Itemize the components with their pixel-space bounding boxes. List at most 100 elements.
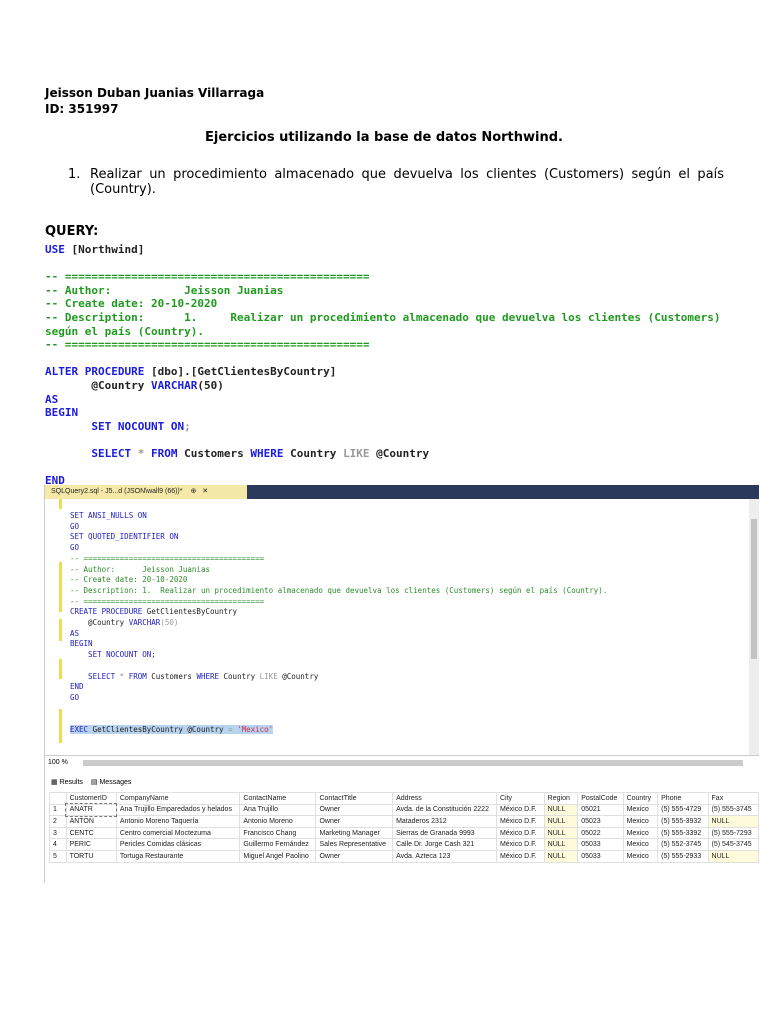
query-tab[interactable]: SQLQuery2.sql - J5...d (JSON\wall9 (66))… [45,485,247,499]
code-token: [dbo].[GetClientesByCountry] [144,365,337,379]
table-cell[interactable]: Mexico [622,815,659,828]
table-cell[interactable]: (5) 555-3932 [657,815,709,828]
table-cell[interactable]: Owner [315,803,394,817]
column-header[interactable]: Country [622,792,659,805]
table-cell[interactable]: Sierras de Granada 9993 [392,826,497,840]
code-token: Customers [177,446,251,460]
table-cell[interactable]: Ana Trujillo Emparedados y helados [115,803,241,817]
table-cell[interactable]: Antonio Moreno [239,815,317,828]
horizontal-scrollbar[interactable] [83,760,743,766]
table-cell[interactable]: México D.F. [495,803,545,817]
table-cell[interactable]: Ana Trujillo [239,803,317,817]
table-row[interactable]: 3 CENTC Centro comercial Moctezuma Francisc… [49,826,760,840]
table-cell[interactable]: (5) 555-2933 [657,849,709,863]
column-header[interactable]: ContactTitle [315,792,394,805]
table-cell[interactable]: (5) 552-3745 [657,838,709,851]
table-cell[interactable]: Francisco Chang [239,826,317,840]
table-cell[interactable]: NULL [543,849,579,863]
column-header[interactable]: ContactName [239,792,317,805]
table-cell[interactable]: 4 [49,838,67,851]
table-row[interactable]: 2 ANTON Antonio Moreno Taquería Antonio Mor… [49,815,760,828]
table-cell[interactable]: México D.F. [495,849,545,863]
pin-icon[interactable]: ⊕ [190,488,196,495]
table-row[interactable]: 1 ANATR Ana Trujillo Emparedados y helados… [49,803,760,817]
column-header[interactable]: CustomerID [65,792,117,805]
table-cell[interactable]: México D.F. [495,826,545,840]
table-cell[interactable]: México D.F. [495,838,545,851]
table-cell[interactable]: Centro comercial Moctezuma [115,826,241,840]
table-cell[interactable]: México D.F. [495,815,545,828]
column-header[interactable]: Phone [657,792,709,805]
table-cell[interactable]: (5) 555-3745 [707,803,760,817]
table-cell[interactable]: PERIC [65,838,117,851]
zoom-select[interactable]: 100 % [48,759,68,766]
tab-messages[interactable]: ▤ Messages [91,778,131,786]
column-header[interactable] [49,792,67,805]
code-line: BEGIN [45,406,721,420]
table-cell[interactable]: NULL [707,815,760,828]
table-cell[interactable]: Antonio Moreno Taquería [115,815,241,828]
table-cell[interactable]: Mexico [622,826,659,840]
table-cell[interactable]: (5) 555-4729 [657,803,709,817]
code-line: EXEC GetClientesByCountry @Country = 'Me… [70,725,607,736]
table-cell[interactable]: CENTC [65,826,117,840]
table-cell[interactable]: NULL [543,838,579,851]
table-cell[interactable]: NULL [543,826,579,840]
table-cell[interactable]: Sales Representative [315,838,394,851]
table-cell[interactable]: Tortuga Restaurante [115,849,241,863]
table-cell[interactable]: Avda. Azteca 123 [392,849,497,863]
table-cell[interactable]: 05033 [577,849,624,863]
table-cell[interactable]: NULL [707,849,760,863]
code-token: AS [45,392,59,406]
table-cell[interactable]: ANATR [65,803,118,817]
table-cell[interactable]: 05022 [577,826,624,840]
table-cell[interactable]: Mexico [622,838,659,851]
code-line: -- =====================================… [70,554,607,565]
code-token: AS [70,628,80,638]
table-cell[interactable]: Mexico [622,849,659,863]
table-cell[interactable]: Calle Dr. Jorge Cash 321 [392,838,497,851]
results-grid[interactable]: CustomerID CompanyName ContactName ContactT… [49,792,760,863]
table-cell[interactable]: (5) 555-3392 [657,826,709,840]
column-header[interactable]: Address [392,792,497,805]
table-cell[interactable]: Miguel Angel Paolino [239,849,317,863]
table-cell[interactable]: 05023 [577,815,624,828]
table-cell[interactable]: (5) 555-7293 [707,826,760,840]
table-cell[interactable]: 2 [49,815,67,828]
ssms-screenshot: SQLQuery2.sql - J5...d (JSON\wall9 (66))… [44,485,760,883]
change-marker [59,659,62,679]
code-token: CREATE PROCEDURE [70,607,143,617]
column-header[interactable]: PostalCode [577,792,624,805]
table-cell[interactable]: ANTON [65,815,117,828]
tab-results[interactable]: ▦ Results [51,778,83,786]
column-header[interactable]: Fax [707,792,760,805]
close-icon[interactable]: ✕ [202,488,208,495]
table-cell[interactable]: Pericles Comidas clásicas [115,838,241,851]
table-cell[interactable]: (5) 545-3745 [707,838,760,851]
table-cell[interactable]: 05033 [577,838,624,851]
column-header[interactable]: Region [543,792,579,805]
table-cell[interactable]: 05021 [577,803,624,817]
exercise-text: Realizar un procedimiento almacenado que… [90,167,724,197]
table-cell[interactable]: Avda. de la Constitución 2222 [392,803,497,817]
table-cell[interactable]: Owner [315,849,394,863]
table-cell[interactable]: Owner [315,815,394,828]
table-row[interactable]: 4 PERIC Pericles Comidas clásicas Guillermo… [49,838,760,851]
table-cell[interactable]: NULL [543,803,579,817]
scroll-thumb[interactable] [751,519,757,659]
column-header[interactable]: City [495,792,545,805]
zoom-bar: 100 % [45,757,759,769]
vertical-scrollbar[interactable] [749,499,759,755]
table-cell[interactable]: 1 [49,803,67,817]
table-cell[interactable]: Mexico [622,803,659,817]
table-row[interactable]: 5 TORTU Tortuga Restaurante Miguel Angel Pa… [49,849,760,863]
table-cell[interactable]: Mataderos 2312 [392,815,497,828]
table-cell[interactable]: NULL [543,815,579,828]
table-cell[interactable]: 5 [49,849,67,863]
table-cell[interactable]: 3 [49,826,67,840]
query-editor[interactable]: SET ANSI_NULLS ON GO SET QUOTED_IDENTIFIER… [45,499,759,756]
table-cell[interactable]: TORTU [65,849,117,863]
table-cell[interactable]: Marketing Manager [315,826,394,840]
column-header[interactable]: CompanyName [115,792,241,805]
table-cell[interactable]: Guillermo Fernández [239,838,317,851]
